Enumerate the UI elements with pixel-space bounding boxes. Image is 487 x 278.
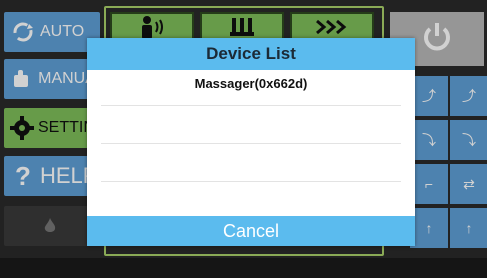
device-list-empty-row (101, 106, 401, 144)
cancel-button[interactable]: Cancel (87, 214, 415, 246)
device-list-dialog: Device List Massager(0x662d) Cancel (87, 38, 415, 246)
device-list-item[interactable]: Massager(0x662d) (101, 70, 401, 106)
massager-app: AUTO MANUAL SETTING ? HELP (0, 0, 487, 278)
device-name: Massager(0x662d) (194, 76, 308, 91)
dialog-title: Device List (87, 38, 415, 70)
device-list-empty-row (101, 144, 401, 182)
